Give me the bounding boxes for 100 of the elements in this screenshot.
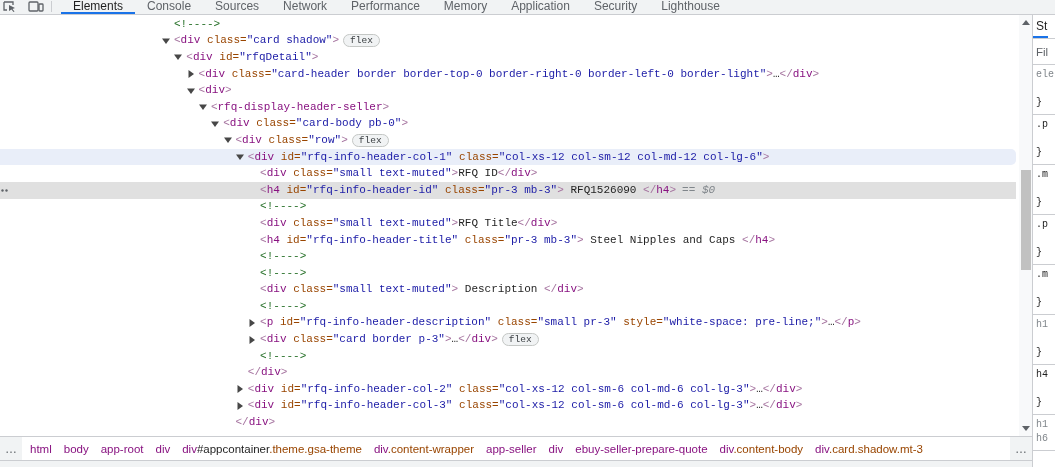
dom-tree-row[interactable]: <!----> [0,198,1016,216]
collapsed-triangle-icon[interactable] [248,335,257,344]
collapsed-triangle-icon[interactable] [235,401,244,410]
dom-tree-row[interactable]: <div class="card-header border border-top-0 border-right-0 border-left-0 border-light">…</div> [0,65,1016,83]
dom-tree-row[interactable]: <div class="card-body pb-0"> [0,115,1016,133]
css-selector: .p [1036,118,1049,132]
css-selector: .p [1036,218,1049,232]
flex-badge[interactable]: flex [343,34,380,48]
element-markup: <div id="rfq-info-header-col-3" class="col-xs-12 col-sm-6 col-md-6 col-lg-3">…</div> [247,398,803,414]
breadcrumb-item[interactable]: app-seller [486,441,537,456]
element-markup: <div id="rfqDetail"> [186,50,319,65]
breadcrumb-item[interactable]: app-root [100,441,144,456]
breadcrumb-item[interactable]: div.content-wrapper [373,441,475,456]
breadcrumb-scroll-left-button[interactable]: … [0,437,22,460]
element-markup: <div class="card border p-3">…</div> [260,332,498,348]
expanded-triangle-icon[interactable] [211,119,220,128]
dom-tree-row[interactable]: <!----> [0,264,1016,282]
dom-tree-row[interactable]: <div class="card shadow"> flex [0,32,1016,50]
closing-brace: } [1036,396,1043,410]
panel-tab[interactable]: Elements [61,0,136,14]
expanded-triangle-icon[interactable] [174,53,183,62]
element-markup: <div class="card-header border border-top-0 border-right-0 border-left-0 border-light">…</div> [198,66,820,82]
closing-tag: </div> [247,365,288,381]
dom-tree-row[interactable]: <div class="small text-muted">RFQ ID</div> [0,165,1016,182]
element-markup: <div class="small text-muted">RFQ ID</div> [260,166,538,182]
element-markup: <!----> [260,348,307,364]
breadcrumb-item[interactable]: html [30,441,52,456]
element-markup: <div> [198,83,232,99]
dom-tree-row[interactable]: <div class="card border p-3">…</div> flex [0,331,1016,348]
breadcrumb-item[interactable]: ebuy-seller-prepare-quote [575,441,708,456]
closing-tag: </div> [235,415,276,431]
closing-brace: } [1036,346,1043,360]
dom-tree-row[interactable]: <!----> [0,248,1016,265]
element-markup: <!----> [260,265,307,281]
scroll-down-arrow-icon[interactable] [1021,426,1030,431]
dom-tree-row[interactable]: <p id="rfq-info-header-description" class="small pr-3" style="white-space: pre-line;">…</p> [0,314,1016,332]
expanded-triangle-icon[interactable] [186,86,195,95]
dom-tree-row[interactable]: <div class="small text-muted"> Description </div> [0,281,1016,299]
panel-tab[interactable]: Network [271,0,340,14]
console-reference: == $0 [682,182,716,198]
expanded-triangle-icon[interactable] [223,136,232,145]
dom-tree-row[interactable]: <!----> [0,298,1016,315]
dom-tree-row[interactable]: <!----> [0,16,1016,33]
flex-badge[interactable]: flex [501,333,539,347]
scroll-up-arrow-icon[interactable] [1021,20,1030,25]
collapsed-triangle-icon[interactable] [186,70,195,79]
breadcrumb-item[interactable]: div [155,441,171,456]
dom-tree-row[interactable]: <div class="small text-muted">RFQ Title</div> [0,215,1016,232]
element-markup: <!----> [260,298,307,314]
element-markup: <h4 id="rfq-info-header-id" class="pr-3 mb-3"> RFQ1526090 </h4> [260,182,677,198]
closing-brace: } [1036,96,1043,110]
breadcrumb-item[interactable]: div [548,441,564,456]
collapsed-triangle-icon[interactable] [248,319,257,327]
css-selector: .m [1036,168,1049,182]
inspect-element-icon[interactable] [3,1,16,12]
element-markup: <div class="small text-muted"> Description </div> [260,282,584,298]
styles-tab[interactable]: St [1033,15,1049,38]
element-markup: <div id="rfq-info-header-col-1" class="col-xs-12 col-sm-12 col-md-12 col-lg-6"> [247,149,770,165]
panel-tab[interactable]: Application [499,0,582,14]
css-selector: h1 [1036,318,1049,332]
dom-tree-row[interactable]: <h4 id="rfq-info-header-title" class="pr-3 mb-3"> Steel Nipples and Caps </h4> [0,231,1016,249]
device-toolbar-icon[interactable] [28,1,44,12]
panel-tab[interactable]: Sources [203,0,272,14]
dom-tree-row[interactable]: <div> [0,82,1016,99]
panel-tab[interactable]: Memory [431,0,500,14]
panel-tab[interactable]: Lighthouse [649,0,732,14]
dom-tree-row[interactable]: <div id="rfqDetail"> [0,49,1016,66]
element-markup: <h4 id="rfq-info-header-title" class="pr-3 mb-3"> Steel Nipples and Caps </h4> [260,232,776,248]
expanded-triangle-icon[interactable] [162,36,170,45]
closing-brace: } [1036,296,1043,310]
element-markup: <!----> [174,16,221,32]
flex-badge[interactable]: flex [351,133,389,147]
closing-brace: } [1036,196,1043,210]
closing-brace: } [1036,246,1043,260]
panel-tab[interactable]: Security [581,0,650,14]
breadcrumb-item[interactable]: body [63,441,89,456]
dom-tree-row[interactable]: <div id="rfq-info-header-col-2" class="col-xs-12 col-sm-6 col-md-6 col-lg-3">…</div> [0,381,1016,398]
dom-tree-row[interactable]: <h4 id="rfq-info-header-id" class="pr-3 mb-3"> RFQ1526090 </h4> == $0 [0,181,1016,199]
closing-brace: } [1036,146,1043,160]
breadcrumb-item[interactable]: div.content-body [719,441,804,456]
dom-tree-row[interactable]: <div id="rfq-info-header-col-3" class="col-xs-12 col-sm-6 col-md-6 col-lg-3">…</div> [0,397,1016,415]
dom-tree-row[interactable]: <div class="row"> flex [0,132,1016,149]
filter-field[interactable]: Fil [1033,41,1055,62]
collapsed-triangle-icon[interactable] [235,385,244,394]
breadcrumb-item[interactable]: div.card.shadow.mt-3 [815,441,923,456]
element-markup: <div id="rfq-info-header-col-2" class="col-xs-12 col-sm-6 col-md-6 col-lg-3">…</div> [247,381,803,397]
dots-icon[interactable] [1,188,9,192]
element-markup: <p id="rfq-info-header-description" class="small pr-3" style="white-space: pre-line;">…</p> [260,315,861,331]
element-markup: <div class="card shadow"> [174,33,340,49]
element-markup: <!----> [260,249,307,265]
panel-tab[interactable]: Console [135,0,204,14]
panel-tab[interactable]: Performance [339,0,432,14]
dom-tree-row[interactable]: <!----> [0,347,1016,365]
expanded-triangle-icon[interactable] [198,103,207,112]
scrollbar-thumb[interactable] [1020,170,1031,270]
breadcrumb-scroll-right-button[interactable]: … [1010,437,1032,460]
dom-tree-row[interactable]: <rfq-display-header-seller> [0,98,1016,116]
expanded-triangle-icon[interactable] [235,153,244,162]
dom-tree-row[interactable]: <div id="rfq-info-header-col-1" class="col-xs-12 col-sm-12 col-md-12 col-lg-6"> [0,148,1016,166]
breadcrumb-item[interactable]: div#appcontainer.theme.gsa-theme [182,441,362,456]
